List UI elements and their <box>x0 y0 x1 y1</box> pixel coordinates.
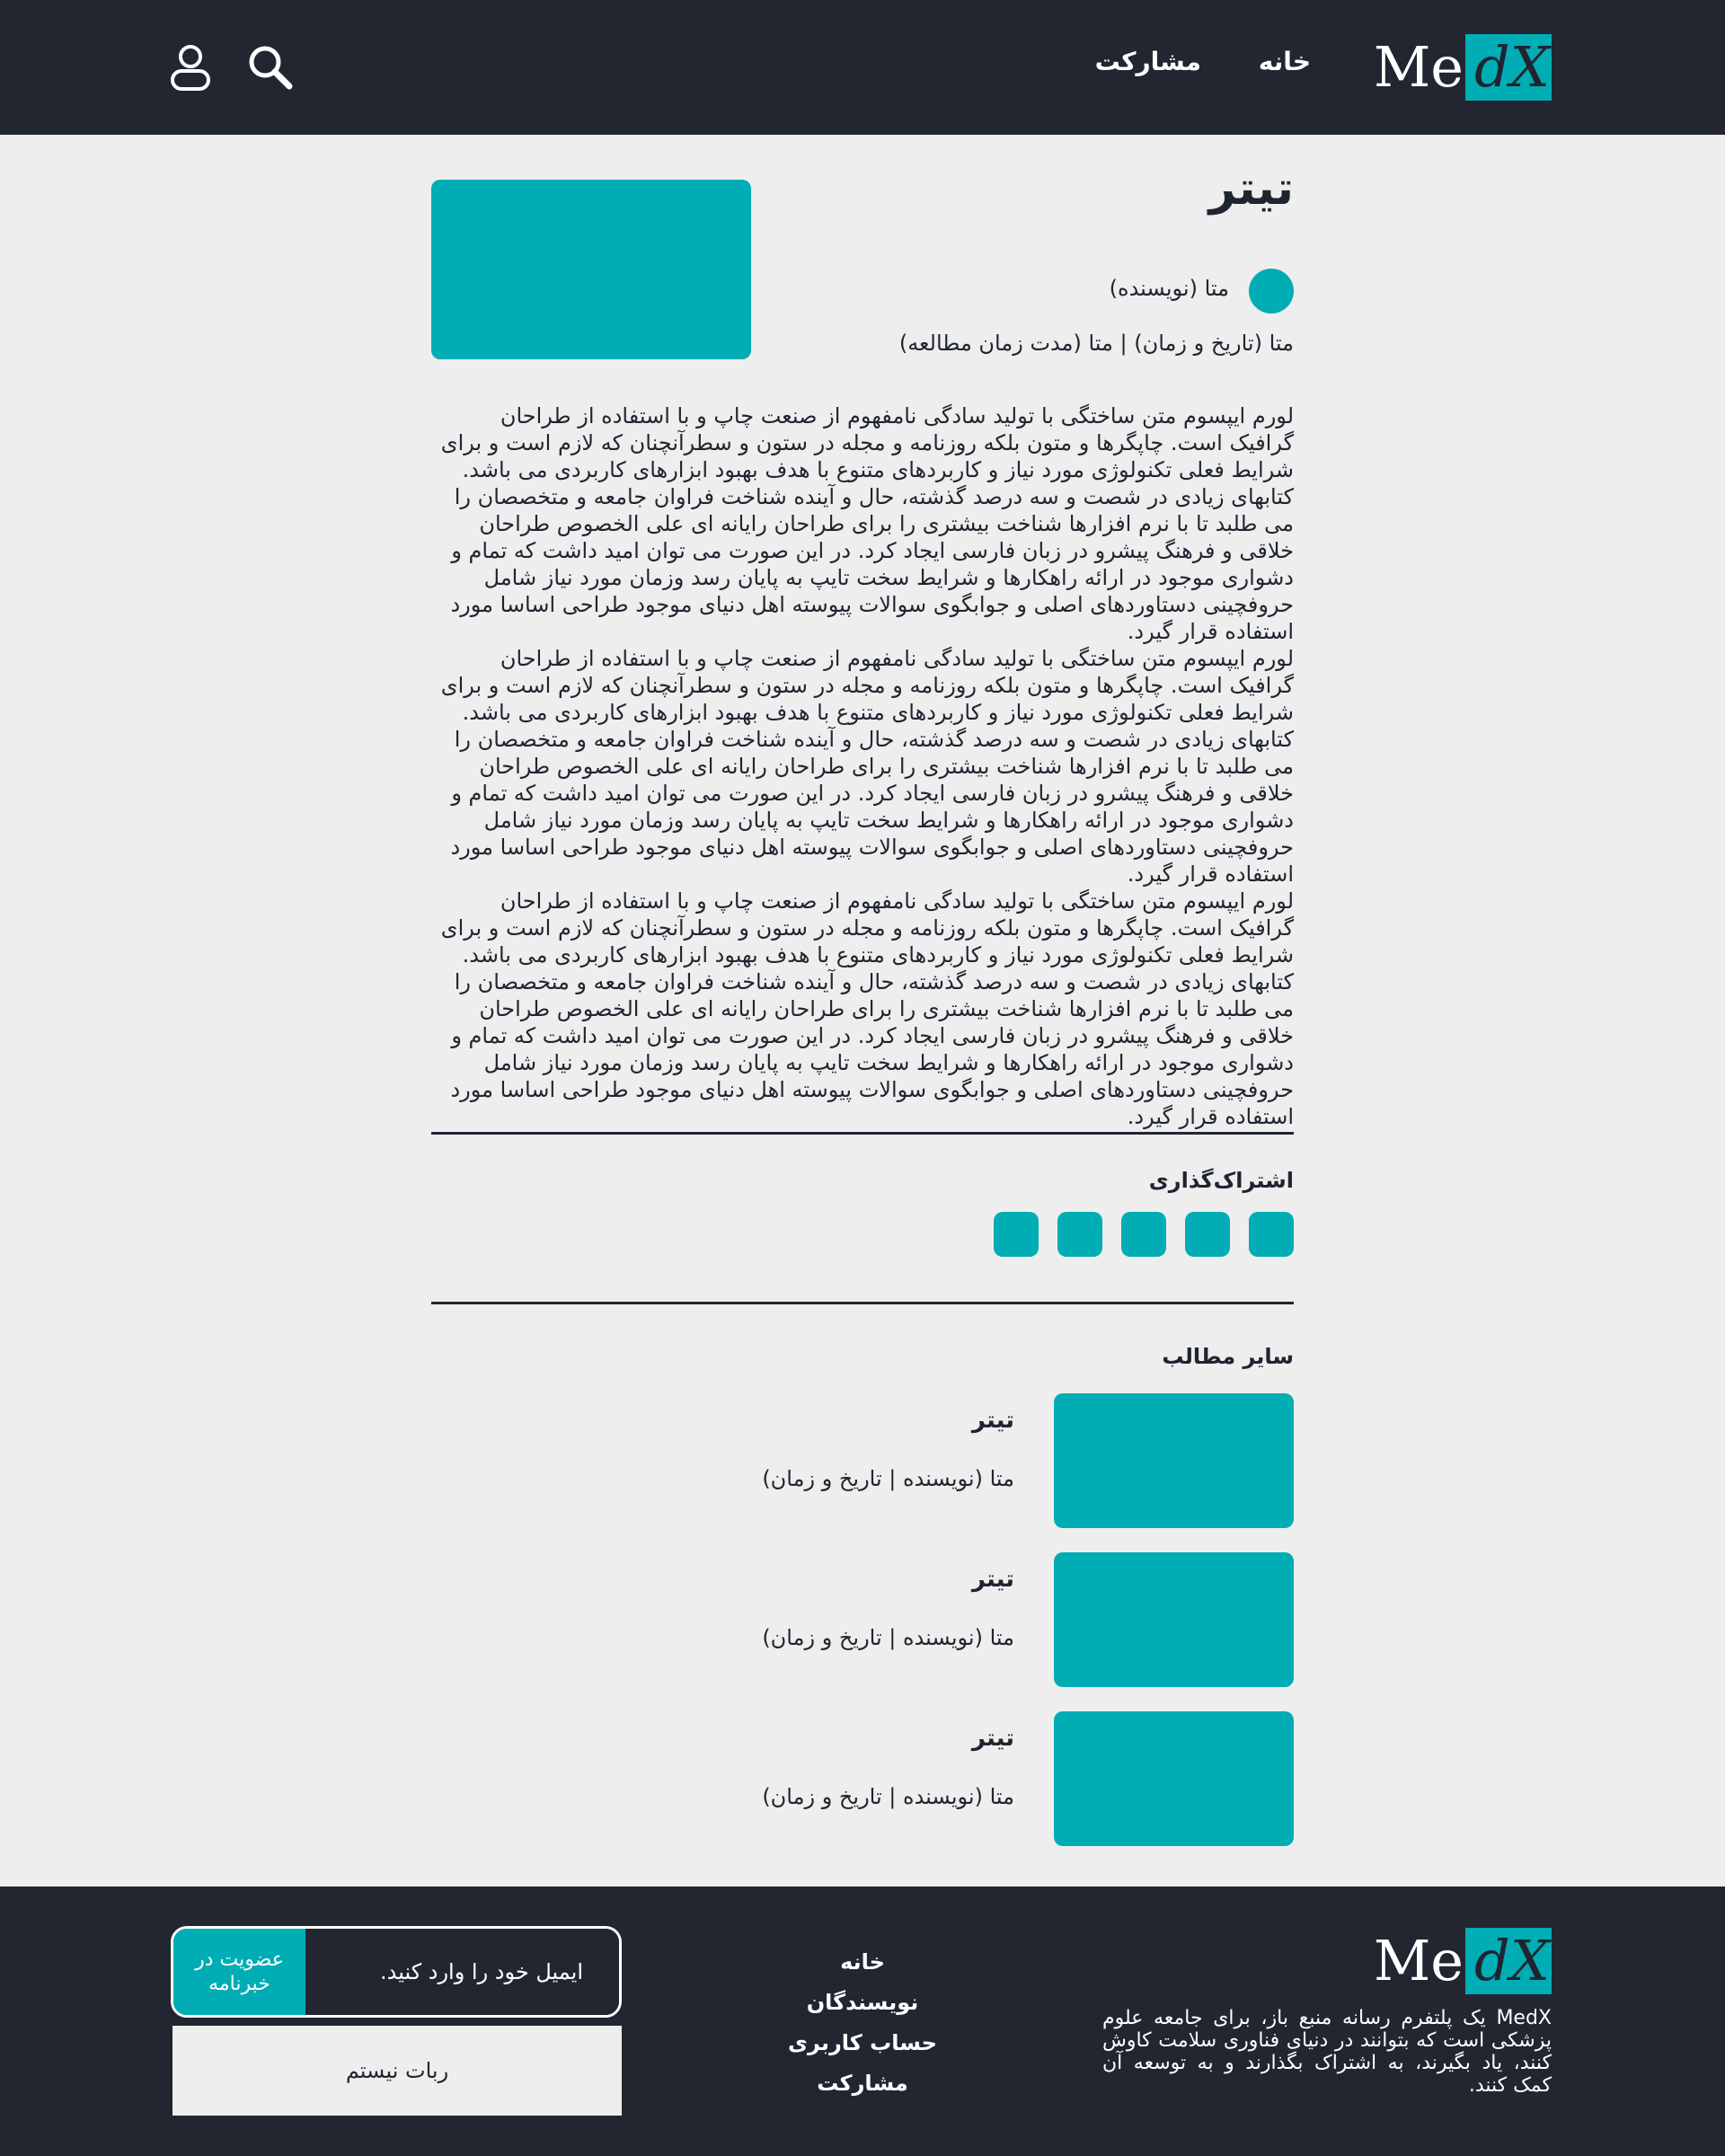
related-post-meta: متا (نویسنده | تاریخ و زمان) <box>762 1625 1014 1650</box>
footer-link-authors[interactable]: نویسندگان <box>773 1983 952 2023</box>
related-post-title[interactable]: تیتر <box>972 1407 1014 1434</box>
article-paragraph: لورم ایپسوم متن ساختگی با تولید سادگی نا… <box>440 646 1294 887</box>
user-account-button[interactable] <box>162 40 219 97</box>
newsletter-email-input[interactable] <box>305 1929 619 2015</box>
footer-links: خانه نویسندگان حساب کاربری مشارکت <box>773 1942 952 2104</box>
search-button[interactable] <box>243 40 300 97</box>
related-post-title[interactable]: تیتر <box>972 1725 1014 1752</box>
date-reading-time-meta: متا (تاریخ و زمان) | متا (مدت زمان مطالع… <box>898 331 1294 356</box>
nav-home-link[interactable]: خانه <box>1259 47 1311 76</box>
related-post-thumbnail[interactable] <box>1054 1711 1294 1846</box>
user-icon <box>171 45 210 91</box>
captcha-checkbox[interactable]: ربات نیستم <box>172 2026 622 2116</box>
article-paragraph: لورم ایپسوم متن ساختگی با تولید سادگی نا… <box>440 403 1294 644</box>
section-divider <box>431 1302 1294 1304</box>
related-post-thumbnail[interactable] <box>1054 1393 1294 1528</box>
footer-link-home[interactable]: خانه <box>773 1942 952 1983</box>
related-post-meta: متا (نویسنده | تاریخ و زمان) <box>762 1784 1014 1809</box>
related-posts-heading: سایر مطالب <box>1162 1344 1294 1369</box>
share-button-5[interactable] <box>994 1212 1039 1257</box>
newsletter-form: عضویت در خبرنامه <box>171 1926 622 2018</box>
share-button-1[interactable] <box>1249 1212 1294 1257</box>
related-post-title[interactable]: تیتر <box>972 1566 1014 1593</box>
medx-logo[interactable]: Me dX <box>1374 34 1552 101</box>
logo-text-me: Me <box>1373 1928 1464 1993</box>
author-avatar[interactable] <box>1249 269 1294 314</box>
top-nav-bar: Me dX خانه مشارکت <box>0 0 1725 135</box>
share-button-4[interactable] <box>1057 1212 1102 1257</box>
article-hero-image <box>431 180 751 359</box>
newsletter-subscribe-button[interactable]: عضویت در خبرنامه <box>173 1929 305 2015</box>
related-post-meta: متا (نویسنده | تاریخ و زمان) <box>762 1466 1014 1491</box>
search-icon <box>249 46 293 90</box>
section-divider <box>431 1132 1294 1135</box>
share-button-3[interactable] <box>1121 1212 1166 1257</box>
share-heading: اشتراک‌گذاری <box>1148 1168 1294 1193</box>
related-post-thumbnail[interactable] <box>1054 1552 1294 1687</box>
logo-text-dx: dX <box>1465 34 1552 101</box>
logo-text-dx: dX <box>1465 1928 1552 1994</box>
footer-link-account[interactable]: حساب کاربری <box>773 2023 952 2063</box>
footer-medx-logo[interactable]: Me dX <box>1374 1928 1552 1994</box>
share-button-2[interactable] <box>1185 1212 1230 1257</box>
footer-description: MedX یک پلتفرم رسانه منبع باز، برای جامع… <box>1102 2007 1552 2097</box>
article-paragraph: لورم ایپسوم متن ساختگی با تولید سادگی نا… <box>440 888 1294 1129</box>
nav-contribute-link[interactable]: مشارکت <box>1095 47 1201 76</box>
article-title: تیتر <box>1208 162 1294 216</box>
footer-link-contribute[interactable]: مشارکت <box>773 2063 952 2104</box>
author-meta[interactable]: متا (نویسنده) <box>1110 276 1229 301</box>
logo-text-me: Me <box>1373 34 1464 100</box>
